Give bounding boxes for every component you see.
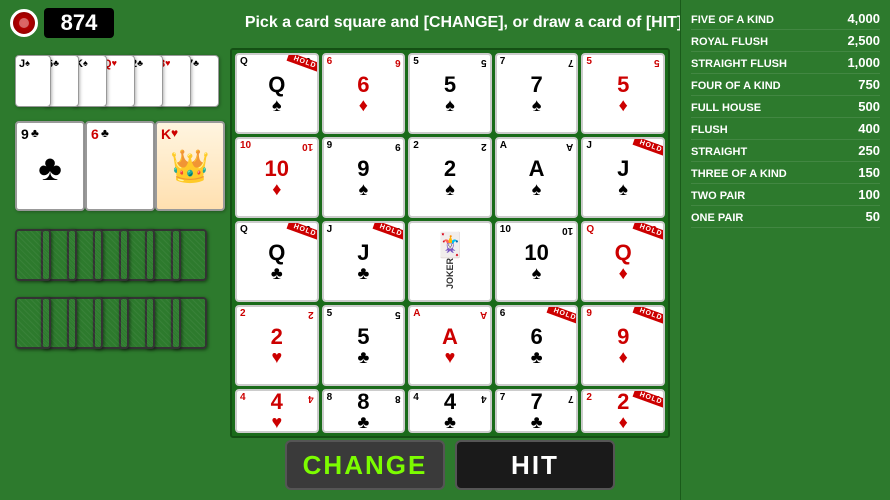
payout-value-1: 2,500 xyxy=(847,33,880,48)
payout-value-4: 500 xyxy=(858,99,880,114)
chip-icon xyxy=(10,9,38,37)
payout-value-8: 100 xyxy=(858,187,880,202)
payout-row-7: THREE OF A KIND 150 xyxy=(691,162,880,184)
deck-stack-2 xyxy=(15,297,220,349)
payout-name-7: THREE OF A KIND xyxy=(691,168,787,180)
payout-value-6: 250 xyxy=(858,143,880,158)
payout-name-9: ONE PAIR xyxy=(691,212,743,224)
payout-value-9: 50 xyxy=(866,209,880,224)
grid-card-8[interactable]: AAA♠ xyxy=(495,137,579,218)
grid-card-21[interactable]: 888♣ xyxy=(322,389,406,433)
grid-card-18[interactable]: HOLD666♣ xyxy=(495,305,579,386)
payout-row-0: FIVE OF A KIND 4,000 xyxy=(691,8,880,30)
payout-value-7: 150 xyxy=(858,165,880,180)
payout-value-0: 4,000 xyxy=(847,11,880,26)
grid-card-10[interactable]: HOLDQQQ♣ xyxy=(235,221,319,302)
hand-card[interactable]: J♠ xyxy=(15,55,51,107)
payout-value-5: 400 xyxy=(858,121,880,136)
payout-row-5: FLUSH 400 xyxy=(691,118,880,140)
hand-card[interactable]: 9 ♣ ♣ xyxy=(15,121,85,211)
payout-name-8: TWO PAIR xyxy=(691,190,745,202)
payout-name-2: STRAIGHT FLUSH xyxy=(691,58,787,70)
payout-row-3: FOUR OF A KIND 750 xyxy=(691,74,880,96)
grid-card-6[interactable]: 999♠ xyxy=(322,137,406,218)
deck-card[interactable] xyxy=(15,229,51,281)
hand-card[interactable]: 6 ♣ xyxy=(85,121,155,211)
payout-name-4: FULL HOUSE xyxy=(691,102,761,114)
left-panel: J♠ 6♣ K♠ Q♥ 2♣ 3♥ 7♣ 9 ♣ ♣ 6 ♣ K ♥ 👑 xyxy=(5,50,225,460)
hit-button[interactable]: HIT xyxy=(455,440,615,490)
payout-name-5: FLUSH xyxy=(691,124,728,136)
payout-name-3: FOUR OF A KIND xyxy=(691,80,781,92)
grid-card-4[interactable]: 555♦ xyxy=(581,53,665,134)
king-card[interactable]: K ♥ 👑 xyxy=(155,121,225,211)
grid-card-7[interactable]: 222♠ xyxy=(408,137,492,218)
payout-row-6: STRAIGHT 250 xyxy=(691,140,880,162)
grid-card-23[interactable]: 777♣ xyxy=(495,389,579,433)
grid-card-14[interactable]: HOLDQQQ♦ xyxy=(581,221,665,302)
deck-card[interactable] xyxy=(15,297,51,349)
payout-row-9: ONE PAIR 50 xyxy=(691,206,880,228)
grid-card-11[interactable]: HOLDJJJ♣ xyxy=(322,221,406,302)
score-chip: 874 xyxy=(10,8,114,38)
payout-row-4: FULL HOUSE 500 xyxy=(691,96,880,118)
payout-name-1: ROYAL FLUSH xyxy=(691,36,768,48)
change-button[interactable]: CHANGE xyxy=(285,440,445,490)
hand-row-2: 9 ♣ ♣ 6 ♣ K ♥ 👑 xyxy=(15,121,220,211)
grid-card-16[interactable]: 555♣ xyxy=(322,305,406,386)
card-grid: HOLDQQQ♠666♦555♠777♠555♦101010♦999♠222♠A… xyxy=(230,48,670,438)
grid-card-2[interactable]: 555♠ xyxy=(408,53,492,134)
grid-card-0[interactable]: HOLDQQQ♠ xyxy=(235,53,319,134)
grid-card-17[interactable]: AAA♥ xyxy=(408,305,492,386)
payout-panel: FIVE OF A KIND 4,000 ROYAL FLUSH 2,500 STRAI… xyxy=(680,0,890,500)
payout-row-2: STRAIGHT FLUSH 1,000 xyxy=(691,52,880,74)
grid-card-9[interactable]: HOLDJJJ♠ xyxy=(581,137,665,218)
grid-card-5[interactable]: 101010♦ xyxy=(235,137,319,218)
deck-stack-1 xyxy=(15,229,220,281)
payout-value-3: 750 xyxy=(858,77,880,92)
hand-row-1: J♠ 6♣ K♠ Q♥ 2♣ 3♥ 7♣ xyxy=(15,55,220,107)
payout-row-1: ROYAL FLUSH 2,500 xyxy=(691,30,880,52)
grid-card-1[interactable]: 666♦ xyxy=(322,53,406,134)
payout-row-8: TWO PAIR 100 xyxy=(691,184,880,206)
payout-value-2: 1,000 xyxy=(847,55,880,70)
payout-name-6: STRAIGHT xyxy=(691,146,747,158)
grid-card-15[interactable]: 222♥ xyxy=(235,305,319,386)
grid-card-22[interactable]: 444♣ xyxy=(408,389,492,433)
grid-card-13[interactable]: 101010♠ xyxy=(495,221,579,302)
grid-card-12[interactable]: 🃏JOKER xyxy=(408,221,492,302)
grid-card-24[interactable]: HOLD222♦ xyxy=(581,389,665,433)
grid-card-3[interactable]: 777♠ xyxy=(495,53,579,134)
card-grid-area: HOLDQQQ♠666♦555♠777♠555♦101010♦999♠222♠A… xyxy=(230,48,670,438)
grid-card-19[interactable]: HOLD999♦ xyxy=(581,305,665,386)
grid-card-20[interactable]: 444♥ xyxy=(235,389,319,433)
payout-name-0: FIVE OF A KIND xyxy=(691,14,774,26)
button-area: CHANGE HIT xyxy=(230,440,670,490)
score-display: 874 xyxy=(44,8,114,38)
